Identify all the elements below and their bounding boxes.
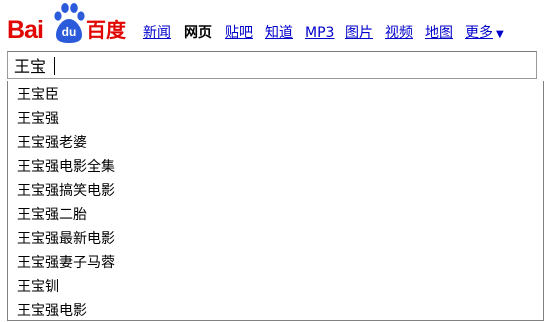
suggestion-item[interactable]: 王宝强二胎 <box>8 203 543 227</box>
nav-item-web: 网页 <box>184 25 212 41</box>
suggestion-item[interactable]: 王宝钏 <box>8 275 543 299</box>
nav-item-tieba[interactable]: 贴吧 <box>225 23 253 43</box>
baidu-logo[interactable]: Bai du 百度 <box>5 2 129 46</box>
suggestion-item[interactable]: 王宝强老婆 <box>8 131 543 155</box>
nav-item-more[interactable]: 更多 ▼ <box>465 23 504 45</box>
suggestion-item[interactable]: 王宝强电影全集 <box>8 155 543 179</box>
suggestion-item[interactable]: 王宝强电影 <box>8 299 543 320</box>
suggestion-item[interactable]: 王宝强最新电影 <box>8 227 543 251</box>
suggestion-item[interactable]: 王宝臣 <box>8 83 543 107</box>
logo-suffix-text: 百度 <box>86 18 126 42</box>
suggestion-dropdown: 王宝臣 王宝强 王宝强老婆 王宝强电影全集 王宝强搞笑电影 王宝强二胎 王宝强最… <box>7 81 544 321</box>
nav-item-zhidao[interactable]: 知道 <box>265 23 293 43</box>
suggestion-item[interactable]: 王宝强妻子马蓉 <box>8 251 543 275</box>
search-box <box>7 51 537 79</box>
nav-item-images[interactable]: 图片 <box>345 23 373 43</box>
logo-prefix-text: Bai <box>7 16 44 44</box>
triangle-down-icon: ▼ <box>496 29 504 40</box>
nav-item-news[interactable]: 新闻 <box>143 23 171 43</box>
nav-item-map[interactable]: 地图 <box>425 23 453 43</box>
suggestion-item[interactable]: 王宝强搞笑电影 <box>8 179 543 203</box>
search-input[interactable] <box>8 52 536 78</box>
text-caret <box>54 57 55 75</box>
suggestion-item[interactable]: 王宝强 <box>8 107 543 131</box>
nav-item-video[interactable]: 视频 <box>385 23 413 43</box>
nav-item-mp3[interactable]: MP3 <box>305 23 334 43</box>
logo-paw-text: du <box>61 25 77 39</box>
nav-more-label: 更多 <box>465 25 493 41</box>
suggestion-list: 王宝臣 王宝强 王宝强老婆 王宝强电影全集 王宝强搞笑电影 王宝强二胎 王宝强最… <box>8 81 543 320</box>
